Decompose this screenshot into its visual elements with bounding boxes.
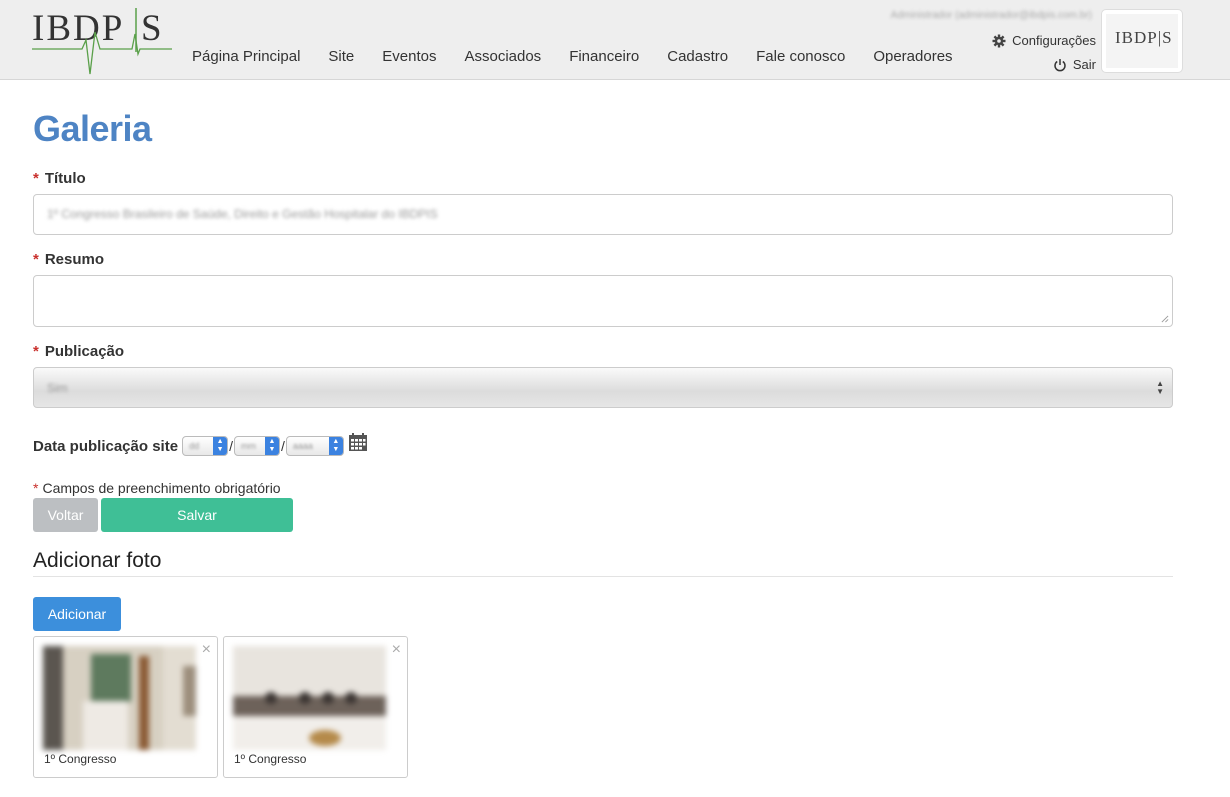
resize-grip-icon[interactable] <box>1161 315 1169 323</box>
date-year-value: aaaa <box>292 441 313 451</box>
date-day-select[interactable]: dd ▲ ▼ <box>182 436 229 456</box>
required-mark: * <box>33 170 39 187</box>
avatar-logo-text: IBDP|S <box>1115 28 1173 47</box>
main-nav: Página Principal Site Eventos Associados… <box>178 48 967 65</box>
svg-text:S: S <box>141 8 162 49</box>
gear-icon <box>992 34 1006 47</box>
photo-caption: 1º Congresso <box>44 752 117 766</box>
nav-financeiro[interactable]: Financeiro <box>555 48 653 65</box>
summary-textarea[interactable] <box>33 275 1173 327</box>
publication-date-label: Data publicação site <box>33 437 179 455</box>
title-input[interactable]: 1º Congresso Brasileiro de Saúde, Direit… <box>33 194 1173 235</box>
calendar-icon[interactable] <box>348 432 368 452</box>
nav-pagina-principal[interactable]: Página Principal <box>178 48 314 65</box>
chevron-updown-icon: ▲ ▼ <box>264 437 279 455</box>
select-arrows-icon: ▲ ▼ <box>1156 379 1164 396</box>
chevron-updown-icon: ▲ ▼ <box>213 437 228 455</box>
logout-link[interactable]: Sair <box>1053 57 1096 72</box>
avatar[interactable]: IBDP|S <box>1101 9 1183 73</box>
remove-photo-button[interactable]: × <box>202 642 211 658</box>
page-title: Galeria <box>33 108 152 149</box>
add-photo-section-title: Adicionar foto <box>33 549 162 572</box>
publication-label-text: Publicação <box>44 343 125 360</box>
date-month-value: mm <box>240 441 256 451</box>
photo-thumbnail[interactable] <box>43 646 196 750</box>
summary-label-text: Resumo <box>44 251 105 268</box>
required-mark: * <box>33 343 39 360</box>
nav-eventos[interactable]: Eventos <box>368 48 450 65</box>
required-note-text: Campos de preenchimento obrigatório <box>42 480 281 496</box>
photo-caption: 1º Congresso <box>234 752 307 766</box>
save-button[interactable]: Salvar <box>101 498 293 532</box>
back-button[interactable]: Voltar <box>33 498 98 532</box>
section-divider <box>33 576 1173 577</box>
summary-field-label: * Resumo <box>33 251 104 268</box>
photo-card: × 1º Congresso <box>33 636 218 778</box>
remove-photo-button[interactable]: × <box>392 642 401 658</box>
photo-card: × 1º Congresso <box>223 636 408 778</box>
settings-label: Configurações <box>1012 33 1096 48</box>
required-mark: * <box>33 480 39 496</box>
svg-text:IBDP: IBDP <box>32 8 124 49</box>
top-header: IBDP S Página Principal Site Eventos Ass… <box>0 0 1230 80</box>
required-mark: * <box>33 251 39 268</box>
date-day-value: dd <box>189 441 200 451</box>
title-field-label: * Título <box>33 170 86 187</box>
logout-label: Sair <box>1072 57 1096 72</box>
date-separator: / <box>229 438 233 454</box>
nav-cadastro[interactable]: Cadastro <box>653 48 742 65</box>
nav-site[interactable]: Site <box>314 48 368 65</box>
logo-heartbeat-graphic: IBDP S <box>32 8 172 75</box>
nav-fale-conosco[interactable]: Fale conosco <box>742 48 859 65</box>
photo-thumbnail[interactable] <box>233 646 386 750</box>
title-input-value: 1º Congresso Brasileiro de Saúde, Direit… <box>47 207 438 221</box>
nav-associados[interactable]: Associados <box>450 48 555 65</box>
publication-select[interactable]: Sim ▲ ▼ <box>33 367 1173 408</box>
date-separator: / <box>280 438 285 454</box>
title-label-text: Título <box>44 170 86 187</box>
power-icon <box>1054 58 1066 71</box>
settings-link[interactable]: Configurações <box>992 33 1096 48</box>
ibdpis-logo[interactable]: IBDP S <box>30 4 172 76</box>
required-fields-note: * Campos de preenchimento obrigatório <box>33 480 281 496</box>
date-month-select[interactable]: mm ▲ ▼ <box>233 436 280 456</box>
publication-select-value: Sim <box>47 381 68 395</box>
nav-operadores[interactable]: Operadores <box>859 48 966 65</box>
publication-field-label: * Publicação <box>33 343 124 360</box>
user-label: Administrador (administrador@ibdpis.com.… <box>890 10 1092 21</box>
chevron-updown-icon: ▲ ▼ <box>328 437 343 455</box>
date-year-select[interactable]: aaaa ▲ ▼ <box>285 436 344 456</box>
avatar-image: IBDP|S <box>1106 14 1178 68</box>
publication-date-row: Data publicação site dd ▲ ▼ / mm ▲ ▼ / aaa… <box>33 433 368 456</box>
add-photo-button[interactable]: Adicionar <box>33 597 121 631</box>
